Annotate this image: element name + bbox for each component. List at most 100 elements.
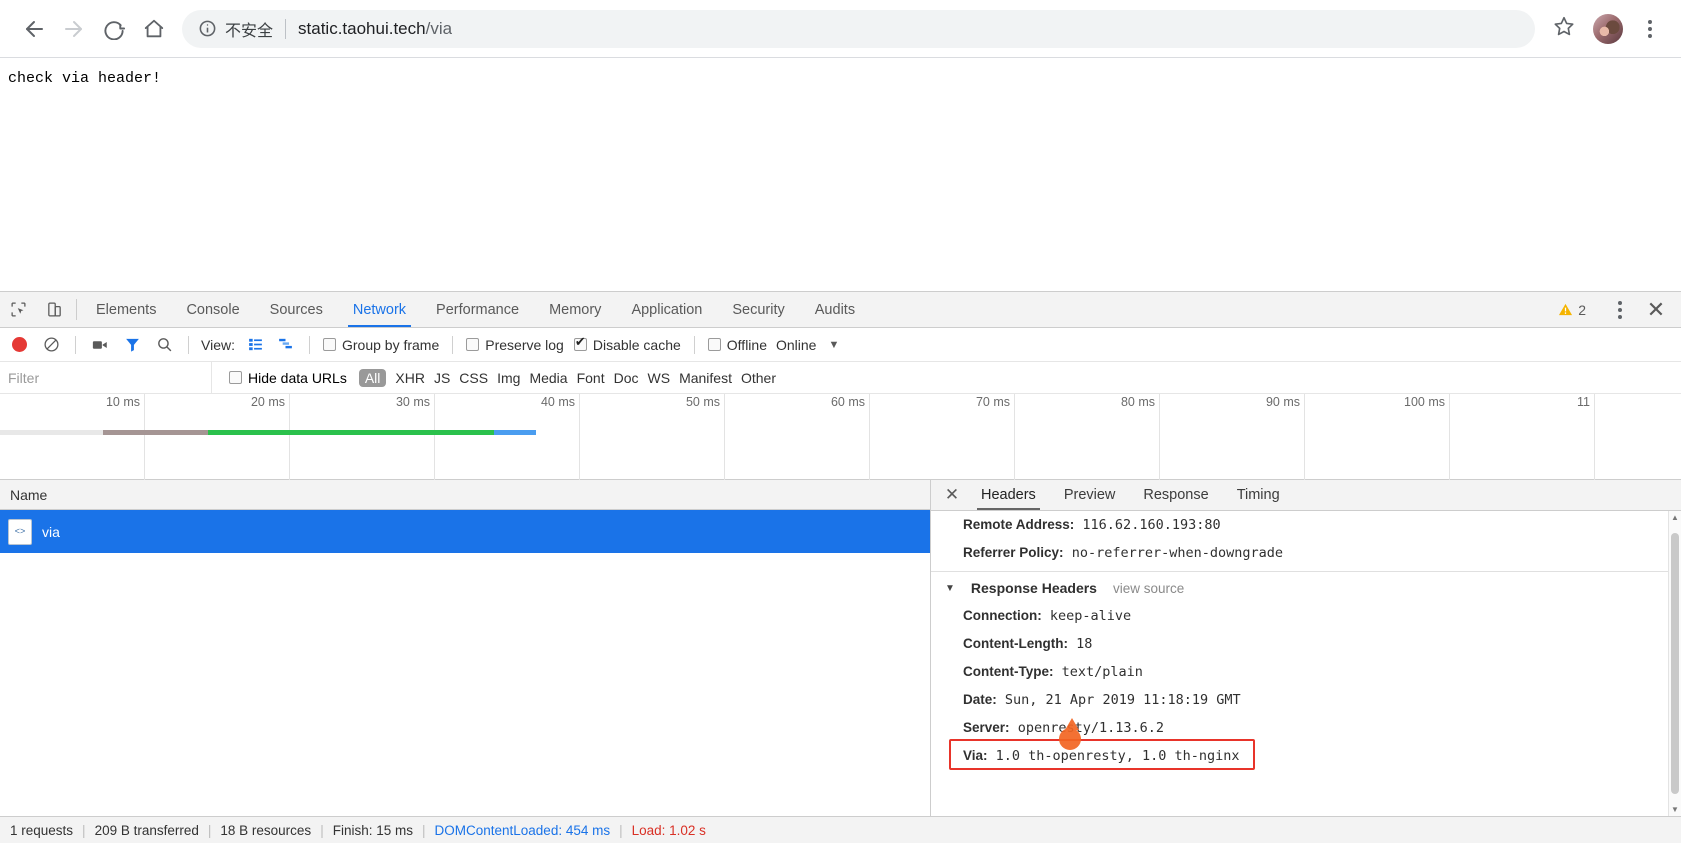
forward-button[interactable] [54,9,94,49]
filter-type-xhr[interactable]: XHR [395,370,425,386]
filter-type-doc[interactable]: Doc [614,370,639,386]
browser-toolbar: 不安全 static.taohui.tech/via [0,0,1681,58]
tab-audits[interactable]: Audits [800,292,870,327]
filter-type-all[interactable]: All [358,368,387,387]
filter-type-other[interactable]: Other [741,370,776,386]
filter-type-list: Hide data URLs All XHR JS CSS Img Media … [212,368,776,387]
filter-type-img[interactable]: Img [497,370,520,386]
checkbox-box [229,371,242,384]
devtools-menu-button[interactable] [1603,291,1637,329]
tab-security[interactable]: Security [717,292,799,327]
filter-type-media[interactable]: Media [529,370,567,386]
tab-sources[interactable]: Sources [255,292,338,327]
filter-input[interactable] [0,362,212,393]
devtools-close-button[interactable]: ✕ [1641,295,1671,325]
back-button[interactable] [14,9,54,49]
camera-icon[interactable] [86,332,114,358]
network-overview[interactable]: 10 ms 20 ms 30 ms 40 ms 50 ms 60 ms 70 m… [0,394,1681,480]
site-info-icon[interactable] [198,19,217,38]
detail-tab-response[interactable]: Response [1129,480,1222,510]
group-by-frame-checkbox[interactable]: Group by frame [322,336,440,353]
chrome-menu-button[interactable] [1633,10,1667,48]
chevron-down-icon[interactable]: ▼ [828,339,839,351]
scroll-up-icon[interactable]: ▲ [1669,511,1681,524]
detail-tabbar: ✕ Headers Preview Response Timing [931,480,1681,511]
reload-button[interactable] [94,9,134,49]
tab-performance[interactable]: Performance [421,292,534,327]
status-resources: 18 B resources [220,822,312,838]
filter-type-css[interactable]: CSS [459,370,488,386]
ruler-tick: 10 ms [105,395,140,409]
disable-cache-checkbox[interactable]: Disable cache [573,335,681,353]
inspect-element-icon[interactable] [0,292,36,327]
clear-icon[interactable] [37,332,65,358]
record-button[interactable] [12,337,27,352]
overview-segment-receiving [258,430,495,435]
detail-scrollbar[interactable]: ▲ ▼ [1668,511,1681,816]
tab-elements[interactable]: Elements [81,292,171,327]
checkbox-box [573,335,587,351]
status-load: Load: 1.02 s [631,822,706,838]
column-header-name: Name [10,486,48,503]
header-value: no-referrer-when-downgrade [1071,545,1284,561]
filter-type-manifest[interactable]: Manifest [679,370,732,386]
requests-table-header[interactable]: Name [0,480,930,510]
header-key: Content-Length: [963,636,1068,651]
kebab-dot [1618,314,1622,319]
network-status-bar: 1 requests | 209 B transferred | 18 B re… [0,816,1681,843]
scroll-down-icon[interactable]: ▼ [1669,803,1681,816]
detail-tab-headers[interactable]: Headers [967,480,1050,510]
ruler-tick: 11 [1577,395,1590,409]
url-host: static.taohui.tech [298,18,426,38]
tab-console[interactable]: Console [171,292,254,327]
header-key: Referrer Policy: [963,545,1064,560]
filter-type-js[interactable]: JS [434,370,450,386]
page-viewport: check via header! [0,58,1681,291]
checkbox-box [466,338,480,351]
filter-type-font[interactable]: Font [577,370,605,386]
overview-ruler: 10 ms 20 ms 30 ms 40 ms 50 ms 60 ms 70 m… [0,394,1681,480]
header-row-remote-address: Remote Address: 116.62.160.193:80 [931,511,1681,539]
kebab-dot [1618,307,1622,312]
filter-icon[interactable] [118,332,146,358]
home-button[interactable] [134,9,174,49]
detail-tab-preview[interactable]: Preview [1050,480,1130,510]
ruler-tick: 60 ms [830,395,865,409]
profile-avatar[interactable] [1593,13,1623,44]
status-separator: | [619,822,623,838]
search-icon[interactable] [150,332,178,358]
back-arrow-icon [22,17,46,41]
view-list-icon[interactable] [243,333,269,357]
toolbar-divider [452,335,454,354]
toolbar-divider [76,299,77,320]
view-waterfall-icon[interactable] [273,333,299,357]
address-bar[interactable]: 不安全 static.taohui.tech/via [182,9,1535,48]
detail-close-button[interactable]: ✕ [937,480,967,510]
header-value: 1.0 th-openresty, 1.0 th-nginx [995,748,1240,764]
group-by-frame-label: Group by frame [341,336,440,353]
header-value: Sun, 21 Apr 2019 11:18:19 GMT [1004,692,1241,708]
warning-badge[interactable]: 2 [1558,302,1586,318]
online-throttle-select[interactable]: Online [776,337,816,353]
scrollbar-thumb[interactable] [1671,533,1679,794]
response-headers-section-title[interactable]: ▼ Response Headers view source [931,572,1681,602]
section-title: Response Headers [970,580,1097,596]
hide-data-urls-checkbox[interactable]: Hide data URLs [229,370,347,386]
header-row-server: Server: openresty/1.13.6.2 [931,714,1681,742]
filter-type-ws[interactable]: WS [648,370,671,386]
tab-application[interactable]: Application [616,292,717,327]
device-toolbar-icon[interactable] [36,292,72,327]
tab-memory[interactable]: Memory [534,292,616,327]
checkbox-box [707,338,721,351]
preserve-log-checkbox[interactable]: Preserve log [466,337,564,353]
offline-checkbox[interactable]: Offline [707,337,767,353]
overview-segment-stalled [102,430,209,435]
view-source-link[interactable]: view source [1113,581,1184,596]
table-row[interactable]: <> via [0,510,930,553]
url-text: static.taohui.tech/via [298,19,452,39]
tab-network[interactable]: Network [338,292,421,327]
preserve-log-label: Preserve log [485,336,564,353]
detail-tab-timing[interactable]: Timing [1223,480,1294,510]
requests-pane: Name <> via [0,480,931,816]
bookmark-button[interactable] [1545,10,1583,48]
